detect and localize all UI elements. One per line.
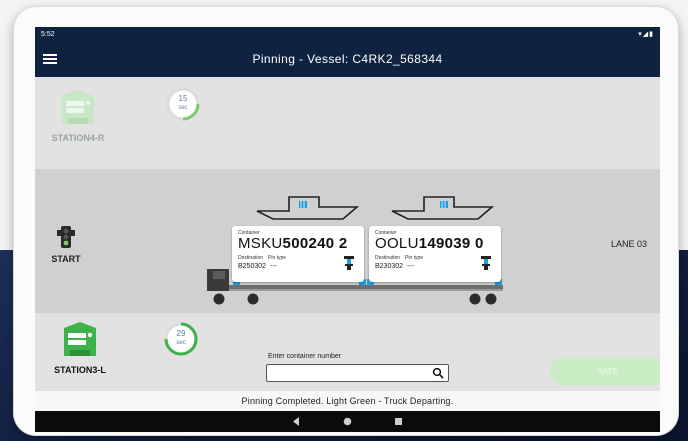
destination-value: B250302 bbox=[238, 263, 267, 270]
container-card[interactable]: Container MSKU500240 2 Destination Pin t… bbox=[232, 226, 364, 282]
station-top-label: STATION4-R bbox=[51, 133, 105, 143]
lane-row: START Container MSKU500240 2 Destination… bbox=[35, 169, 660, 313]
bottom-timer-value: 29 bbox=[176, 329, 186, 338]
vessel-icon bbox=[256, 196, 360, 220]
app-bar: Pinning - Vessel: C4RK2_568344 bbox=[35, 43, 660, 77]
station-top[interactable]: STATION4-R bbox=[43, 86, 113, 143]
container-input[interactable] bbox=[267, 367, 435, 384]
status-icons: ▾◢▮ bbox=[638, 31, 654, 38]
station-top-icon bbox=[62, 90, 94, 124]
start-label: START bbox=[51, 254, 81, 264]
start-signal[interactable]: START bbox=[48, 226, 84, 264]
page-title: Pinning - Vessel: C4RK2_568344 bbox=[252, 52, 443, 66]
container-number: MSKU500240 2 bbox=[238, 235, 348, 252]
station-bottom-label: STATION3-L bbox=[54, 365, 106, 375]
status-bar: 5:52 ▾◢▮ bbox=[35, 27, 660, 43]
container-number: OOLU149039 0 bbox=[375, 235, 484, 252]
pin-type-value: --- bbox=[270, 263, 277, 270]
destination-label: Destination bbox=[238, 255, 264, 261]
recents-icon[interactable] bbox=[393, 416, 404, 427]
back-icon[interactable] bbox=[291, 416, 302, 427]
station-bottom[interactable]: STATION3-L bbox=[45, 318, 115, 375]
station-bottom-icon bbox=[64, 322, 96, 356]
app-screen: 5:52 ▾◢▮ Pinning - Vessel: C4RK2_568344 … bbox=[35, 27, 660, 432]
tablet-frame: 5:52 ▾◢▮ Pinning - Vessel: C4RK2_568344 … bbox=[14, 7, 678, 435]
top-timer: 15 sec bbox=[165, 86, 201, 122]
top-station-row: STATION4-R 15 sec bbox=[35, 77, 660, 169]
container-card[interactable]: Container OOLU149039 0 Destination Pin t… bbox=[369, 226, 501, 282]
traffic-light-icon bbox=[57, 226, 75, 248]
android-nav-bar bbox=[35, 411, 660, 432]
home-icon[interactable] bbox=[342, 416, 353, 427]
pin-type-label: Pin type bbox=[405, 255, 424, 261]
destination-value: B230302 bbox=[375, 263, 404, 270]
bottom-station-row: STATION3-L 29 sec Enter container number bbox=[35, 313, 660, 391]
lane-label: LANE 03 bbox=[611, 239, 648, 249]
bottom-timer: 29 sec bbox=[163, 321, 199, 357]
top-timer-value: 15 bbox=[178, 94, 188, 103]
status-message: Pinning Completed. Light Green - Truck D… bbox=[35, 391, 660, 411]
container-search-box bbox=[266, 364, 449, 384]
container-input-label: Enter container number bbox=[268, 353, 342, 360]
destination-label: Destination bbox=[375, 255, 401, 261]
safe-button[interactable]: SAFE bbox=[550, 357, 660, 385]
search-icon[interactable] bbox=[432, 367, 444, 379]
vessel-icon bbox=[391, 196, 495, 220]
pin-type-value: --- bbox=[407, 263, 414, 270]
bottom-timer-unit: sec bbox=[176, 340, 186, 346]
status-time: 5:52 bbox=[41, 31, 55, 38]
pin-icon bbox=[344, 256, 354, 270]
top-timer-unit: sec bbox=[178, 105, 188, 111]
pin-icon bbox=[481, 256, 491, 270]
pin-type-label: Pin type bbox=[268, 255, 287, 261]
